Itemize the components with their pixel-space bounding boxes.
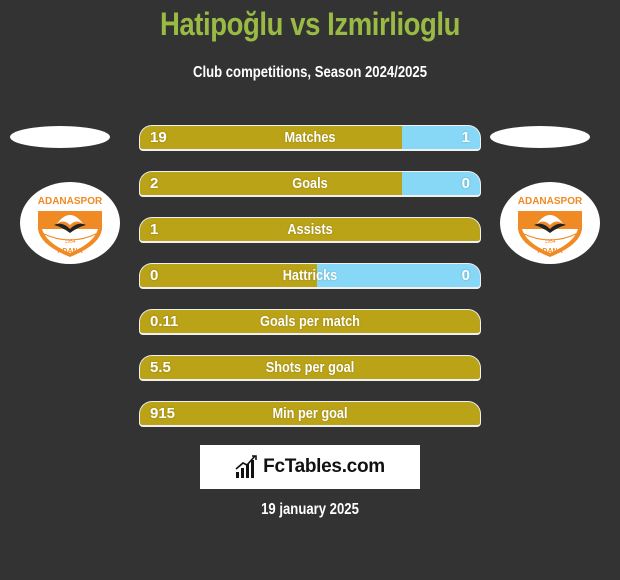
right-value: 0 xyxy=(461,175,470,192)
stats-comparison: 19 Matches 1 2 Goals 0 1 Assists 0 Hattr… xyxy=(139,125,481,447)
stat-label: Min per goal xyxy=(272,405,348,422)
stat-row-goals-per-match: 0.11 Goals per match xyxy=(139,309,481,335)
left-value: 19 xyxy=(150,129,167,146)
stat-row-shots-per-goal: 5.5 Shots per goal xyxy=(139,355,481,381)
fctables-brand-link[interactable]: FcTables.com xyxy=(200,445,420,489)
stat-label: Shots per goal xyxy=(265,359,355,376)
svg-text:ADANASPOR: ADANASPOR xyxy=(38,196,103,207)
bar-chart-icon xyxy=(235,455,257,478)
right-player-placeholder xyxy=(490,126,590,148)
svg-text:1954: 1954 xyxy=(64,239,75,245)
left-value: 0 xyxy=(150,267,159,284)
competition-subtitle: Club competitions, Season 2024/2025 xyxy=(192,64,428,81)
report-date: 19 january 2025 xyxy=(261,501,359,518)
left-team-logo[interactable]: ADANASPOR 1954 ADANA xyxy=(20,182,120,264)
stat-row-hattricks: 0 Hattricks 0 xyxy=(139,263,481,289)
stat-row-goals: 2 Goals 0 xyxy=(139,171,481,197)
left-value: 2 xyxy=(150,175,159,192)
stat-row-assists: 1 Assists xyxy=(139,217,481,243)
right-value: 0 xyxy=(461,267,470,284)
stat-row-matches: 19 Matches 1 xyxy=(139,125,481,151)
left-player-placeholder xyxy=(10,126,110,148)
stat-row-min-per-goal: 915 Min per goal xyxy=(139,401,481,427)
right-value: 1 xyxy=(461,129,470,146)
stat-label: Goals xyxy=(292,175,328,192)
stat-label: Goals per match xyxy=(260,313,360,330)
svg-text:1954: 1954 xyxy=(544,239,555,245)
adanaspor-logo-icon: ADANASPOR 1954 ADANA xyxy=(38,196,103,257)
right-team-logo[interactable]: ADANASPOR 1954 ADANA xyxy=(500,182,600,264)
svg-text:ADANA: ADANA xyxy=(537,248,562,255)
svg-text:ADANASPOR: ADANASPOR xyxy=(518,196,583,207)
stat-label: Assists xyxy=(287,221,333,238)
svg-text:ADANA: ADANA xyxy=(57,248,82,255)
brand-name: FcTables.com xyxy=(263,456,385,477)
stat-label: Matches xyxy=(284,129,336,146)
page-title: Hatipoğlu vs Izmirlioglu xyxy=(159,6,461,42)
left-value: 1 xyxy=(150,221,159,238)
adanaspor-logo-icon: ADANASPOR 1954 ADANA xyxy=(518,196,583,257)
stat-label: Hattricks xyxy=(282,267,338,284)
